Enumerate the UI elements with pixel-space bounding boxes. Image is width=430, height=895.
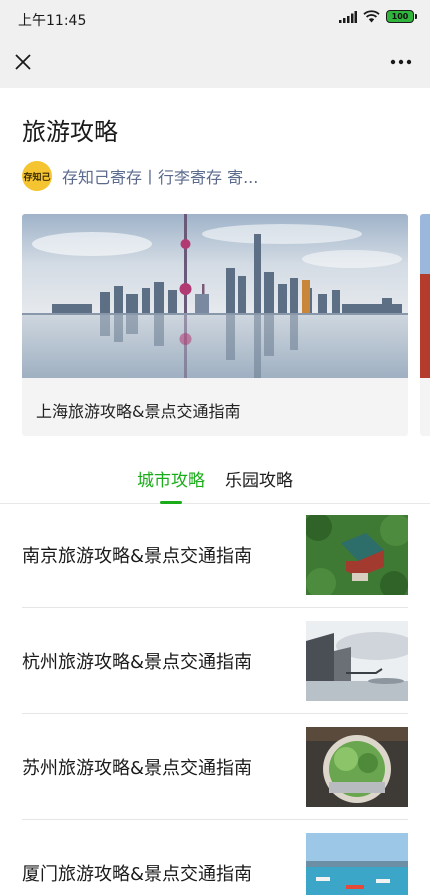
close-button[interactable]	[12, 51, 34, 73]
status-bar: 上午11:45 100	[0, 0, 430, 38]
tab-theme-park-guides[interactable]: 乐园攻略	[225, 466, 293, 491]
hangzhou-thumbnail	[306, 621, 408, 701]
list-item[interactable]: 南京旅游攻略&景点交通指南	[22, 502, 408, 608]
more-button[interactable]	[388, 51, 414, 73]
article-title: 南京旅游攻略&景点交通指南	[22, 546, 253, 567]
account-name[interactable]: 存知己寄存丨行李寄存 寄...	[62, 164, 258, 188]
signal-icon	[339, 10, 357, 23]
wifi-icon	[363, 10, 380, 23]
category-tabs: 城市攻略 乐园攻略	[0, 456, 430, 504]
more-icon	[390, 59, 412, 65]
account-avatar[interactable]: 存知己	[22, 161, 52, 191]
next-card-image	[420, 214, 430, 378]
article-title: 苏州旅游攻略&景点交通指南	[22, 758, 253, 779]
nanjing-thumbnail	[306, 515, 408, 595]
nav-bar	[0, 38, 430, 88]
account-avatar-text: 存知己	[23, 172, 51, 183]
article-title: 厦门旅游攻略&景点交通指南	[22, 864, 253, 885]
featured-article-title: 上海旅游攻略&景点交通指南	[36, 402, 241, 421]
list-item[interactable]: 杭州旅游攻略&景点交通指南	[22, 608, 408, 714]
battery-level: 100	[391, 12, 409, 21]
list-item[interactable]: 苏州旅游攻略&景点交通指南	[22, 714, 408, 820]
tab-city-guides[interactable]: 城市攻略	[137, 466, 205, 491]
featured-article-card[interactable]: 上海旅游攻略&景点交通指南	[22, 214, 408, 436]
page-title: 旅游攻略	[22, 118, 118, 146]
xiamen-thumbnail	[306, 833, 408, 895]
list-item[interactable]: 厦门旅游攻略&景点交通指南	[22, 820, 408, 895]
shanghai-skyline-image	[22, 214, 408, 378]
suzhou-thumbnail	[306, 727, 408, 807]
page-content: 旅游攻略 存知己 存知己寄存丨行李寄存 寄... 上海旅游攻略&景点交通指南 城…	[0, 88, 430, 895]
status-icons: 100	[339, 10, 417, 23]
article-title: 杭州旅游攻略&景点交通指南	[22, 652, 253, 673]
status-time: 上午11:45	[18, 13, 87, 29]
account-row[interactable]: 存知己 存知己寄存丨行李寄存 寄...	[22, 160, 258, 192]
close-icon	[15, 54, 31, 70]
battery-icon: 100	[386, 10, 417, 23]
next-featured-card[interactable]	[420, 214, 430, 436]
